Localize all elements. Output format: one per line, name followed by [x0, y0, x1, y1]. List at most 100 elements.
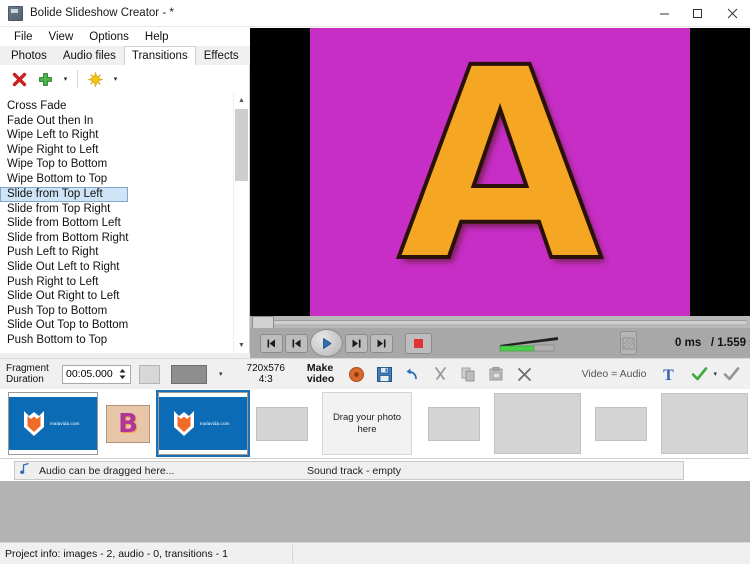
empty-thumbnail[interactable] [595, 406, 647, 441]
title-bar: Bolide Slideshow Creator - * [0, 0, 750, 27]
close-button[interactable] [714, 0, 750, 26]
menu-file[interactable]: File [6, 30, 41, 44]
filmstrip-empty-slot[interactable] [428, 406, 480, 441]
transition-list-item[interactable]: Wipe Right to Left [0, 143, 234, 158]
stop-icon [414, 338, 423, 348]
add-transition-button[interactable] [34, 68, 56, 90]
record-button[interactable] [346, 364, 367, 385]
drag-hint-line2: here [357, 423, 377, 435]
maximize-button[interactable] [681, 0, 714, 26]
transition-list-item[interactable]: Slide from Top Right [0, 202, 234, 217]
filmstrip-empty-slot[interactable] [595, 406, 647, 441]
photo-thumbnail-2[interactable]: malavida.com [156, 390, 250, 457]
menu-view[interactable]: View [41, 30, 82, 44]
filmstrip-empty-slot[interactable] [661, 393, 748, 454]
drag-hint-line1: Drag your photo [332, 411, 402, 423]
duration-stepper[interactable] [116, 367, 128, 381]
empty-thumbnail[interactable] [661, 393, 748, 454]
transition-list-item[interactable]: Push Right to Left [0, 275, 234, 290]
effect-dropdown-arrow-icon[interactable]: ▾ [110, 68, 121, 90]
minimize-button[interactable] [648, 0, 681, 26]
empty-thumbnail[interactable] [256, 406, 308, 441]
tab-transitions[interactable]: Transitions [123, 46, 196, 66]
transition-list-item[interactable]: Wipe Bottom to Top [0, 172, 234, 187]
audio-track-state: Sound track - empty [307, 464, 401, 477]
text-button[interactable]: T [658, 364, 679, 385]
random-effect-button[interactable] [84, 68, 106, 90]
project-info-text: Project info: images - 2, audio - 0, tra… [5, 547, 228, 560]
tab-effects[interactable]: Effects [195, 47, 247, 66]
delete-transition-button[interactable] [8, 68, 30, 90]
transition-list-item[interactable]: Fade Out then In [0, 114, 234, 129]
empty-thumbnail[interactable] [428, 406, 480, 441]
time-display: 0 ms / 1.559 s [675, 337, 750, 349]
transition-list-item[interactable]: Cross Fade [0, 99, 234, 114]
transition-list-item[interactable]: Push Top to Bottom [0, 304, 234, 319]
preview-scrollbar[interactable] [250, 315, 750, 329]
duration-input[interactable]: 00:05.000 [62, 364, 131, 384]
transition-list-item[interactable]: Wipe Top to Bottom [0, 157, 234, 172]
tab-audio-files[interactable]: Audio files [54, 47, 124, 66]
apply-all-button[interactable] [721, 364, 742, 385]
resolution-display: 720x576 4:3 [247, 363, 285, 385]
clear-button[interactable] [514, 364, 535, 385]
drag-photo-placeholder[interactable]: Drag your photo here [322, 392, 412, 455]
scrollbar-thumb[interactable] [235, 109, 248, 181]
menu-options[interactable]: Options [81, 30, 137, 44]
preview-scrollbar-thumb[interactable] [252, 315, 274, 329]
transitions-scrollbar[interactable]: ▲ ▼ [233, 93, 249, 353]
filmstrip-drop-slot[interactable]: Drag your photo here [322, 392, 412, 455]
color-combo-arrow-icon[interactable]: ▾ [219, 370, 223, 378]
transition-list-item[interactable]: Slide Out Right to Left [0, 289, 234, 304]
transition-list-item[interactable]: Slide from Bottom Left [0, 216, 234, 231]
previous-frame-button[interactable] [285, 333, 308, 353]
background-color-swatch[interactable] [139, 364, 160, 384]
make-video-button[interactable]: Make video [307, 363, 339, 385]
logo-text-1: malavida.com [50, 421, 80, 426]
last-frame-button[interactable] [370, 333, 393, 353]
apply-dropdown-arrow-icon[interactable]: ▾ [713, 370, 717, 378]
resolution-value: 720x576 [246, 363, 285, 374]
transition-list-item[interactable]: Slide Out Left to Right [0, 260, 234, 275]
app-icon [8, 5, 23, 21]
fill-color-swatch[interactable] [171, 364, 207, 384]
next-frame-button[interactable] [345, 333, 368, 353]
save-button[interactable] [374, 364, 395, 385]
audio-drop-area[interactable]: Audio can be dragged here... Sound track… [14, 461, 684, 480]
stop-button[interactable] [405, 332, 432, 354]
transition-list-item[interactable]: Wipe Left to Right [0, 128, 234, 143]
preview-scrollbar-track[interactable] [274, 320, 746, 324]
filmstrip-empty-slot[interactable] [494, 393, 581, 454]
transition-list-item[interactable]: Push Left to Right [0, 245, 234, 260]
effects-toggle-button[interactable] [620, 331, 637, 355]
transition-list-item[interactable]: Slide from Bottom Right [0, 231, 234, 246]
transitions-list[interactable]: Cross Fade Fade Out then In Wipe Left to R… [0, 93, 234, 353]
apply-check-button[interactable] [689, 364, 710, 385]
transition-thumbnail[interactable]: B [106, 404, 150, 443]
filmstrip-empty-slot[interactable] [256, 406, 308, 441]
filmstrip-transition-slot[interactable]: B [106, 404, 150, 443]
cut-button[interactable] [430, 364, 451, 385]
play-button[interactable] [310, 329, 343, 357]
filmstrip[interactable]: malavida.com B malavida.com Drag your ph… [0, 389, 750, 459]
photo-thumbnail-1[interactable]: malavida.com [8, 392, 98, 455]
photo-bar-bottom [159, 450, 247, 454]
undo-button[interactable] [402, 364, 423, 385]
preview-area[interactable]: A [250, 28, 750, 318]
first-frame-button[interactable] [260, 333, 283, 353]
scroll-down-button[interactable]: ▼ [234, 338, 249, 353]
filmstrip-slot[interactable]: malavida.com [8, 392, 98, 455]
volume-slider[interactable] [498, 334, 566, 352]
transition-list-item[interactable]: Slide Out Top to Bottom [0, 318, 234, 333]
transition-list-item[interactable]: Push Bottom to Top [0, 333, 234, 348]
options-toolbar: Fragment Duration 00:05.000 ▾ 720x576 4:… [0, 358, 750, 390]
filmstrip-slot[interactable]: malavida.com [156, 390, 250, 457]
menu-help[interactable]: Help [137, 30, 177, 44]
empty-thumbnail[interactable] [494, 393, 581, 454]
paste-button[interactable] [486, 364, 507, 385]
add-dropdown-arrow-icon[interactable]: ▾ [60, 68, 71, 90]
copy-button[interactable] [458, 364, 479, 385]
scroll-up-button[interactable]: ▲ [234, 93, 249, 108]
transition-list-item[interactable]: Slide from Top Left [0, 186, 128, 202]
tab-photos[interactable]: Photos [3, 47, 55, 66]
